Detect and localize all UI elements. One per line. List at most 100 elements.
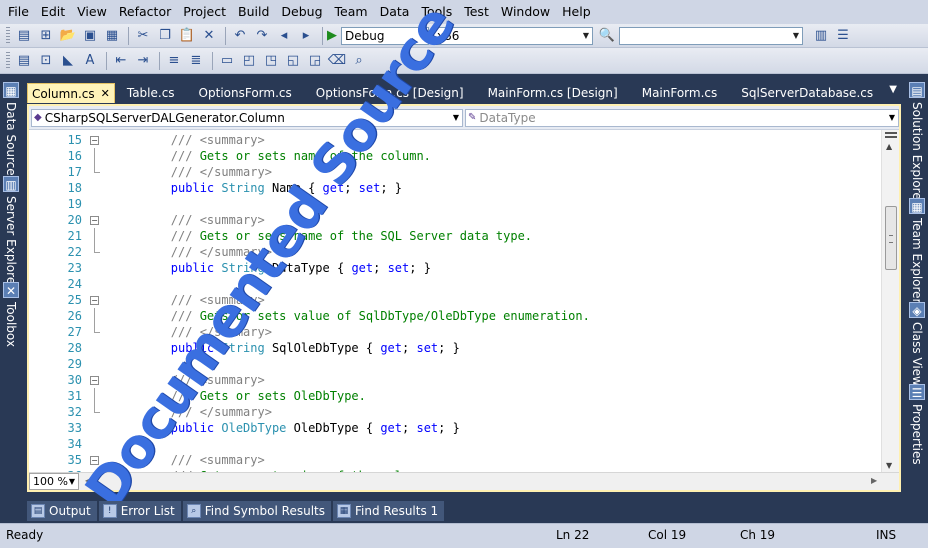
tab-table-cs[interactable]: Table.cs <box>115 83 187 103</box>
menu-debug[interactable]: Debug <box>275 0 328 24</box>
cut-icon[interactable]: ✂ <box>133 26 153 46</box>
start-debugging-icon[interactable]: ▶ <box>327 28 337 43</box>
copy-icon[interactable]: ❐ <box>155 26 175 46</box>
find-icon[interactable]: ⌕ <box>349 51 369 71</box>
toggle-bookmark-icon[interactable]: ▭ <box>217 51 237 71</box>
tab-mainform-design[interactable]: MainForm.cs [Design] <box>476 83 630 103</box>
increase-indent-icon[interactable]: ⇥ <box>133 51 153 71</box>
display-quick-info-icon[interactable]: ◣ <box>58 51 78 71</box>
database-icon: ▦ <box>3 82 19 98</box>
solution-platform-select[interactable]: x86 ▼ <box>433 26 593 45</box>
menu-edit[interactable]: Edit <box>35 0 71 24</box>
code-token: ; <box>402 421 417 435</box>
undo-icon[interactable]: ↶ <box>230 26 250 46</box>
menu-window[interactable]: Window <box>495 0 556 24</box>
line-number: 15 <box>67 133 82 147</box>
display-word-completion-icon[interactable]: A <box>80 51 100 71</box>
menu-view[interactable]: View <box>71 0 113 24</box>
scroll-down-icon[interactable]: ▼ <box>886 461 892 470</box>
members-dropdown[interactable]: ✎ DataType ▼ <box>465 108 899 127</box>
code-editor: ◆ CSharpSQLServerDALGenerator.Column ▼ ✎… <box>27 104 901 492</box>
save-all-icon[interactable]: ▦ <box>102 26 122 46</box>
tab-mainform-cs[interactable]: MainForm.cs <box>630 83 730 103</box>
previous-bookmark-icon[interactable]: ◰ <box>239 51 259 71</box>
horizontal-scrollbar[interactable]: 100 % ▼ ◀ ▶ <box>29 472 899 490</box>
collapse-icon[interactable]: − <box>90 376 99 385</box>
menu-test[interactable]: Test <box>458 0 495 24</box>
zoom-select[interactable]: 100 % ▼ <box>29 473 79 490</box>
toolbox-tab[interactable]: ✕ Toolbox <box>0 282 22 347</box>
find-in-files-icon[interactable]: 🔍 <box>597 26 617 46</box>
tab-error-list[interactable]: ! Error List <box>98 501 181 521</box>
scroll-up-icon[interactable]: ▲ <box>886 142 892 151</box>
display-object-member-list-icon[interactable]: ▤ <box>14 51 34 71</box>
close-icon[interactable]: ✕ <box>101 84 110 104</box>
code-token: public <box>170 261 222 275</box>
menu-file[interactable]: File <box>2 0 35 24</box>
tab-optionsform-cs[interactable]: OptionsForm.cs <box>187 83 304 103</box>
previous-bookmark-in-folder-icon[interactable]: ◱ <box>283 51 303 71</box>
team-explorer-label: Team Explorer <box>910 218 924 304</box>
open-file-icon[interactable]: 📂 <box>58 26 78 46</box>
next-bookmark-in-folder-icon[interactable]: ◲ <box>305 51 325 71</box>
save-icon[interactable]: ▣ <box>80 26 100 46</box>
collapse-icon[interactable]: − <box>90 136 99 145</box>
menu-data[interactable]: Data <box>374 0 416 24</box>
solution-configuration-select[interactable]: Debug ▼ <box>341 26 429 45</box>
code-text: /// <summary> <box>113 132 265 148</box>
navigate-forward-icon[interactable]: ▸ <box>296 26 316 46</box>
redo-icon[interactable]: ↷ <box>252 26 272 46</box>
clear-bookmarks-icon[interactable]: ⌫ <box>327 51 347 71</box>
server-icon: ▥ <box>3 176 19 192</box>
toolbar-separator <box>212 51 213 70</box>
uncomment-selection-icon[interactable]: ≣ <box>186 51 206 71</box>
properties-tab[interactable]: ☰ Properties <box>906 384 928 465</box>
add-item-icon[interactable]: ⊞ <box>36 26 56 46</box>
menu-team[interactable]: Team <box>329 0 374 24</box>
scroll-left-icon[interactable]: ◀ <box>85 476 91 485</box>
find-combo[interactable]: ▼ <box>619 26 803 45</box>
decrease-indent-icon[interactable]: ⇤ <box>111 51 131 71</box>
code-token: get <box>322 181 345 195</box>
tab-optionsform-design[interactable]: OptionsForm.cs [Design] <box>304 83 476 103</box>
solution-explorer-tab[interactable]: ▤ Solution Explorer <box>906 82 928 205</box>
code-text: /// <summary> <box>113 372 265 388</box>
chevron-down-icon: ▼ <box>452 113 459 122</box>
menu-tools[interactable]: Tools <box>415 0 458 24</box>
class-view-tab[interactable]: ◈ Class View <box>906 302 928 386</box>
tab-sqlserverdatabase-cs[interactable]: SqlServerDatabase.cs <box>729 83 885 103</box>
code-token: ; } <box>380 181 403 195</box>
tab-column-cs[interactable]: Column.cs ✕ <box>27 83 115 103</box>
display-parameter-info-icon[interactable]: ⊡ <box>36 51 56 71</box>
menu-refactor[interactable]: Refactor <box>113 0 177 24</box>
menu-project[interactable]: Project <box>177 0 232 24</box>
comment-selection-icon[interactable]: ≡ <box>164 51 184 71</box>
collapse-icon[interactable]: − <box>90 216 99 225</box>
toolbar-grip[interactable] <box>6 51 10 70</box>
tab-find-results-1[interactable]: ▦ Find Results 1 <box>332 501 445 521</box>
tab-output[interactable]: ▤ Output <box>27 501 97 521</box>
new-project-icon[interactable]: ▤ <box>14 26 34 46</box>
navigate-backward-icon[interactable]: ◂ <box>274 26 294 46</box>
team-explorer-tab[interactable]: ▦ Team Explorer <box>906 198 928 304</box>
types-dropdown[interactable]: ◆ CSharpSQLServerDALGenerator.Column ▼ <box>31 108 463 127</box>
toolbar-grip[interactable] <box>6 26 10 45</box>
solution-explorer-icon[interactable]: ▥ <box>811 26 831 46</box>
collapse-icon[interactable]: − <box>90 456 99 465</box>
vertical-scrollbar[interactable]: ▲ ▼ <box>881 130 899 472</box>
delete-icon[interactable]: ✕ <box>199 26 219 46</box>
collapse-icon[interactable]: − <box>90 296 99 305</box>
menu-help[interactable]: Help <box>556 0 597 24</box>
tab-find-symbol-results[interactable]: ⌕ Find Symbol Results <box>182 501 331 521</box>
next-bookmark-icon[interactable]: ◳ <box>261 51 281 71</box>
splitter-handle[interactable] <box>885 132 897 138</box>
code-area[interactable]: 15− /// <summary> 16 /// Gets or sets nam… <box>29 132 879 472</box>
menu-build[interactable]: Build <box>232 0 275 24</box>
paste-icon[interactable]: 📋 <box>177 26 197 46</box>
properties-window-icon[interactable]: ☰ <box>833 26 853 46</box>
scroll-thumb[interactable] <box>885 206 897 270</box>
active-files-dropdown-icon[interactable]: ▼ <box>889 84 897 95</box>
scroll-right-icon[interactable]: ▶ <box>871 476 877 485</box>
server-explorer-tab[interactable]: ▥ Server Explorer <box>0 176 22 289</box>
data-sources-tab[interactable]: ▦ Data Sources <box>0 82 22 182</box>
